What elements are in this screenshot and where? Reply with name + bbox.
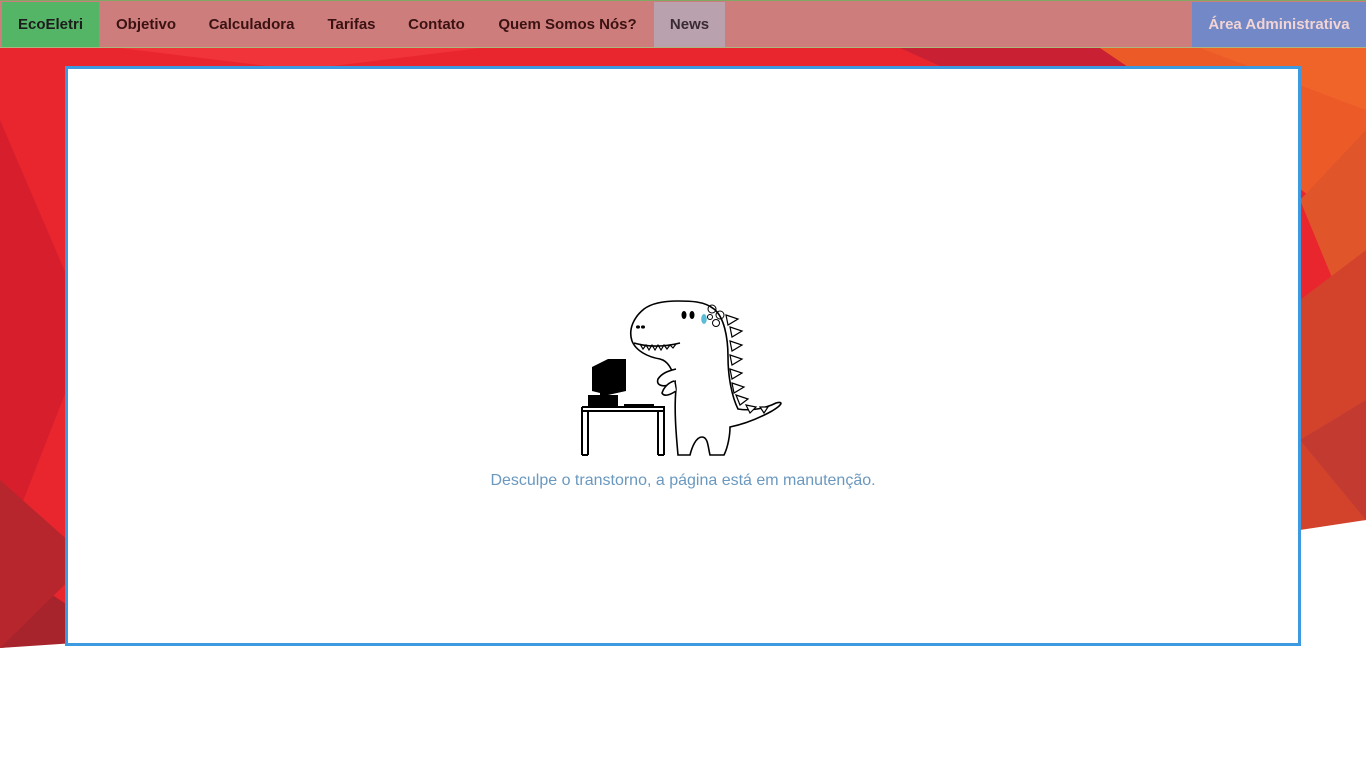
brand-link[interactable]: EcoEletri (2, 2, 99, 47)
nav-item-news[interactable]: News (654, 2, 725, 47)
nav-item-tarifas[interactable]: Tarifas (311, 2, 392, 47)
admin-area-link[interactable]: Área Administrativa (1192, 2, 1366, 47)
nav-item-quem-somos[interactable]: Quem Somos Nós? (481, 2, 654, 47)
maintenance-message: Desculpe o transtorno, a página está em … (490, 472, 876, 489)
nav-item-calculadora[interactable]: Calculadora (192, 2, 311, 47)
dinosaur-body (629, 300, 782, 456)
maintenance-panel: Desculpe o transtorno, a página está em … (65, 66, 1301, 646)
nav-item-objetivo[interactable]: Objetivo (100, 2, 192, 47)
sweat-drop-icon (701, 314, 707, 324)
desk-icon (581, 406, 665, 456)
dinosaur-at-computer-illustration (581, 300, 782, 456)
computer-icon (588, 359, 654, 407)
nav-item-contato[interactable]: Contato (392, 2, 481, 47)
top-navbar: EcoEletri Objetivo Calculadora Tarifas C… (0, 0, 1366, 48)
